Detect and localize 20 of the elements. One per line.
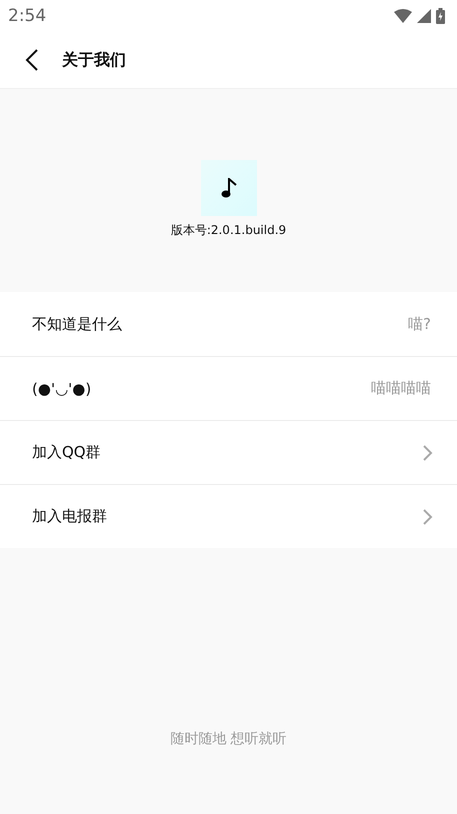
signal-icon <box>417 9 431 23</box>
battery-icon <box>436 8 445 24</box>
settings-row[interactable]: 加入QQ群 <box>0 420 457 484</box>
row-value: 喵喵喵喵 <box>371 379 432 398</box>
status-time: 2:54 <box>8 6 46 26</box>
row-label: 加入电报群 <box>32 507 107 526</box>
row-label: (●'◡'●) <box>32 380 92 398</box>
row-value: 喵? <box>408 314 432 334</box>
slogan-text: 随时随地 想听就听 <box>170 730 287 748</box>
chevron-icon <box>423 508 433 524</box>
music-note-icon <box>220 178 236 198</box>
page-title: 关于我们 <box>62 50 126 70</box>
row-label: 不知道是什么 <box>32 314 122 334</box>
chevron-icon <box>423 444 433 460</box>
wifi-icon <box>394 9 412 23</box>
settings-row[interactable]: 加入电报群 <box>0 484 457 548</box>
settings-row[interactable]: 不知道是什么 喵? <box>0 292 457 356</box>
settings-row[interactable]: (●'◡'●) 喵喵喵喵 <box>0 356 457 420</box>
version-text: 版本号:2.0.1.build.9 <box>170 222 286 239</box>
row-label: 加入QQ群 <box>32 443 101 462</box>
